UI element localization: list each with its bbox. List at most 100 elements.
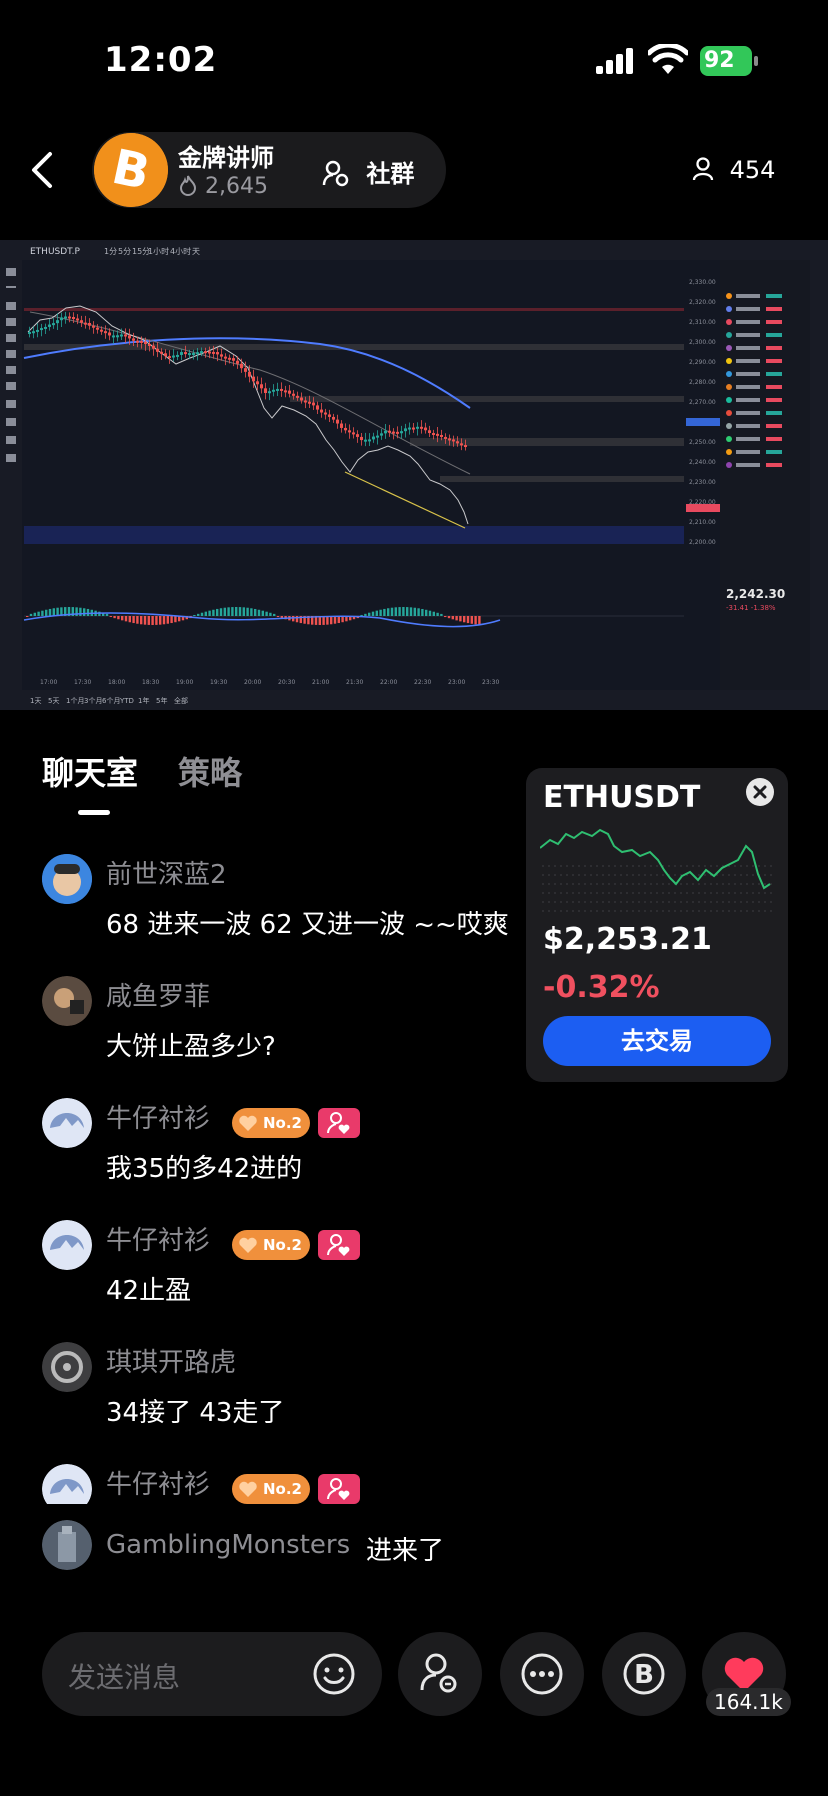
bitcoin-button[interactable]: B (602, 1632, 686, 1716)
sparkline-grid-dot (614, 874, 616, 876)
candle-body (332, 416, 335, 420)
tf-1h: 1小时 (148, 246, 169, 256)
user-avatar[interactable] (42, 1220, 92, 1270)
oscillator-bar (394, 607, 397, 616)
oscillator-bar (421, 608, 424, 616)
sparkline-grid-dot (728, 892, 730, 894)
sparkline-grid-dot (614, 901, 616, 903)
sparkline-grid-dot (752, 865, 754, 867)
sparkline-grid-dot (590, 901, 592, 903)
watchlist-coin-icon (726, 332, 732, 338)
user-avatar[interactable] (42, 976, 92, 1026)
candle-body (368, 439, 371, 442)
sparkline-grid-dot (710, 865, 712, 867)
more-button[interactable] (500, 1632, 584, 1716)
community-button[interactable]: 社群 (322, 154, 414, 189)
sparkline-grid-dot (554, 865, 556, 867)
trading-chart-stream[interactable]: ETHUSDT.P 1分 5分 15分 1小时 4小时 天 2,330.00 2… (0, 240, 828, 710)
sparkline-grid-dot (722, 883, 724, 885)
chat-message[interactable]: 琪琪开路虎 34接了 43走了 (42, 1342, 562, 1428)
candle-body (448, 438, 451, 441)
user-avatar[interactable] (42, 1464, 92, 1504)
user-avatar[interactable] (42, 854, 92, 904)
sparkline-grid-dot (686, 865, 688, 867)
tf-1m: 1分 (104, 247, 117, 256)
chat-message[interactable]: 咸鱼罗菲 大饼止盈多少? (42, 976, 562, 1062)
oscillator-bar (474, 616, 477, 625)
candle-body (264, 388, 267, 394)
candle-body (184, 352, 187, 355)
sparkline-grid-dot (596, 874, 598, 876)
watchlist-row (736, 372, 760, 376)
candle-body (28, 331, 31, 334)
oscillator-bar (463, 616, 466, 623)
oscillator-bar (387, 608, 390, 616)
oscillator-bar (368, 612, 371, 616)
sparkline-grid-dot (746, 865, 748, 867)
emoji-icon[interactable] (312, 1652, 356, 1696)
sparkline-grid-dot (548, 901, 550, 903)
trade-button[interactable]: 去交易 (543, 1016, 771, 1066)
back-icon[interactable] (26, 150, 60, 190)
user-avatar[interactable] (42, 1520, 92, 1570)
heart-icon (239, 1115, 257, 1131)
candle-body (292, 393, 295, 396)
price-tick-label: 2,290.00 (689, 359, 716, 366)
sparkline-grid-dot (560, 883, 562, 885)
oscillator-bar (109, 616, 112, 618)
tf-1d: 天 (192, 247, 200, 256)
time-tick-label: 19:00 (176, 679, 193, 686)
candle-body (248, 371, 251, 377)
sparkline-grid-dot (542, 910, 544, 912)
username[interactable]: 琪琪开路虎 (106, 1342, 236, 1379)
chat-message[interactable]: 前世深蓝2 68 进来一波 62 又进一波 ~~哎爽 (42, 854, 562, 940)
username[interactable]: 牛仔衬衫 (106, 1220, 210, 1257)
oscillator-bar (45, 609, 48, 616)
chat-message[interactable]: 牛仔衬衫 No.2 我35的多42进的 (42, 1098, 562, 1184)
username[interactable]: 前世深蓝2 (106, 854, 227, 891)
sparkline-grid-dot (632, 910, 634, 912)
sparkline-grid-dot (680, 892, 682, 894)
username[interactable]: 牛仔衬衫 (106, 1464, 210, 1501)
anime-avatar-icon (42, 1098, 92, 1148)
viewer-count[interactable]: 454 (692, 156, 775, 184)
oscillator-bar (447, 616, 451, 619)
watchlist-coin-icon (726, 293, 732, 299)
close-icon[interactable] (746, 778, 774, 806)
sparkline-grid-dot (716, 865, 718, 867)
message-placeholder[interactable]: 发送消息 (68, 1656, 180, 1696)
follow-button[interactable] (398, 1632, 482, 1716)
watchlist-coin-icon (726, 306, 732, 312)
sparkline-grid-dot (764, 901, 766, 903)
sparkline-grid-dot (746, 874, 748, 876)
candle-body (72, 317, 75, 320)
user-avatar[interactable] (42, 1342, 92, 1392)
candle-body (364, 439, 367, 442)
sparkline-grid-dot (698, 883, 700, 885)
watchlist-change (766, 307, 782, 311)
candle-body (108, 332, 111, 336)
chat-message[interactable]: 牛仔衬衫 No.2 (42, 1464, 562, 1504)
host-avatar[interactable]: B (94, 133, 168, 207)
oscillator-bar (238, 607, 242, 616)
sparkline-grid-dot (566, 892, 568, 894)
join-username[interactable]: GamblingMonsters (106, 1530, 350, 1560)
sparkline-grid-dot (668, 910, 670, 912)
sparkline-grid-dot (680, 865, 682, 867)
chat-message[interactable]: 牛仔衬衫 No.2 42止盈 (42, 1220, 562, 1306)
username[interactable]: 牛仔衬衫 (106, 1098, 210, 1135)
sparkline-grid-dot (590, 892, 592, 894)
tab-strategy[interactable]: 策略 (178, 748, 242, 794)
oscillator-bar (265, 611, 268, 616)
user-avatar[interactable] (42, 1098, 92, 1148)
sparkline-grid-dot (662, 910, 664, 912)
watchlist-coin-icon (726, 345, 732, 351)
tf-5m: 5分 (118, 247, 131, 256)
tab-chat[interactable]: 聊天室 (42, 748, 138, 794)
sparkline-grid-dot (584, 883, 586, 885)
username[interactable]: 咸鱼罗菲 (106, 976, 210, 1013)
sparkline-grid-dot (746, 910, 748, 912)
oscillator-bar (364, 613, 367, 616)
watchlist-coin-icon (726, 449, 732, 455)
watchlist-row (736, 359, 760, 363)
